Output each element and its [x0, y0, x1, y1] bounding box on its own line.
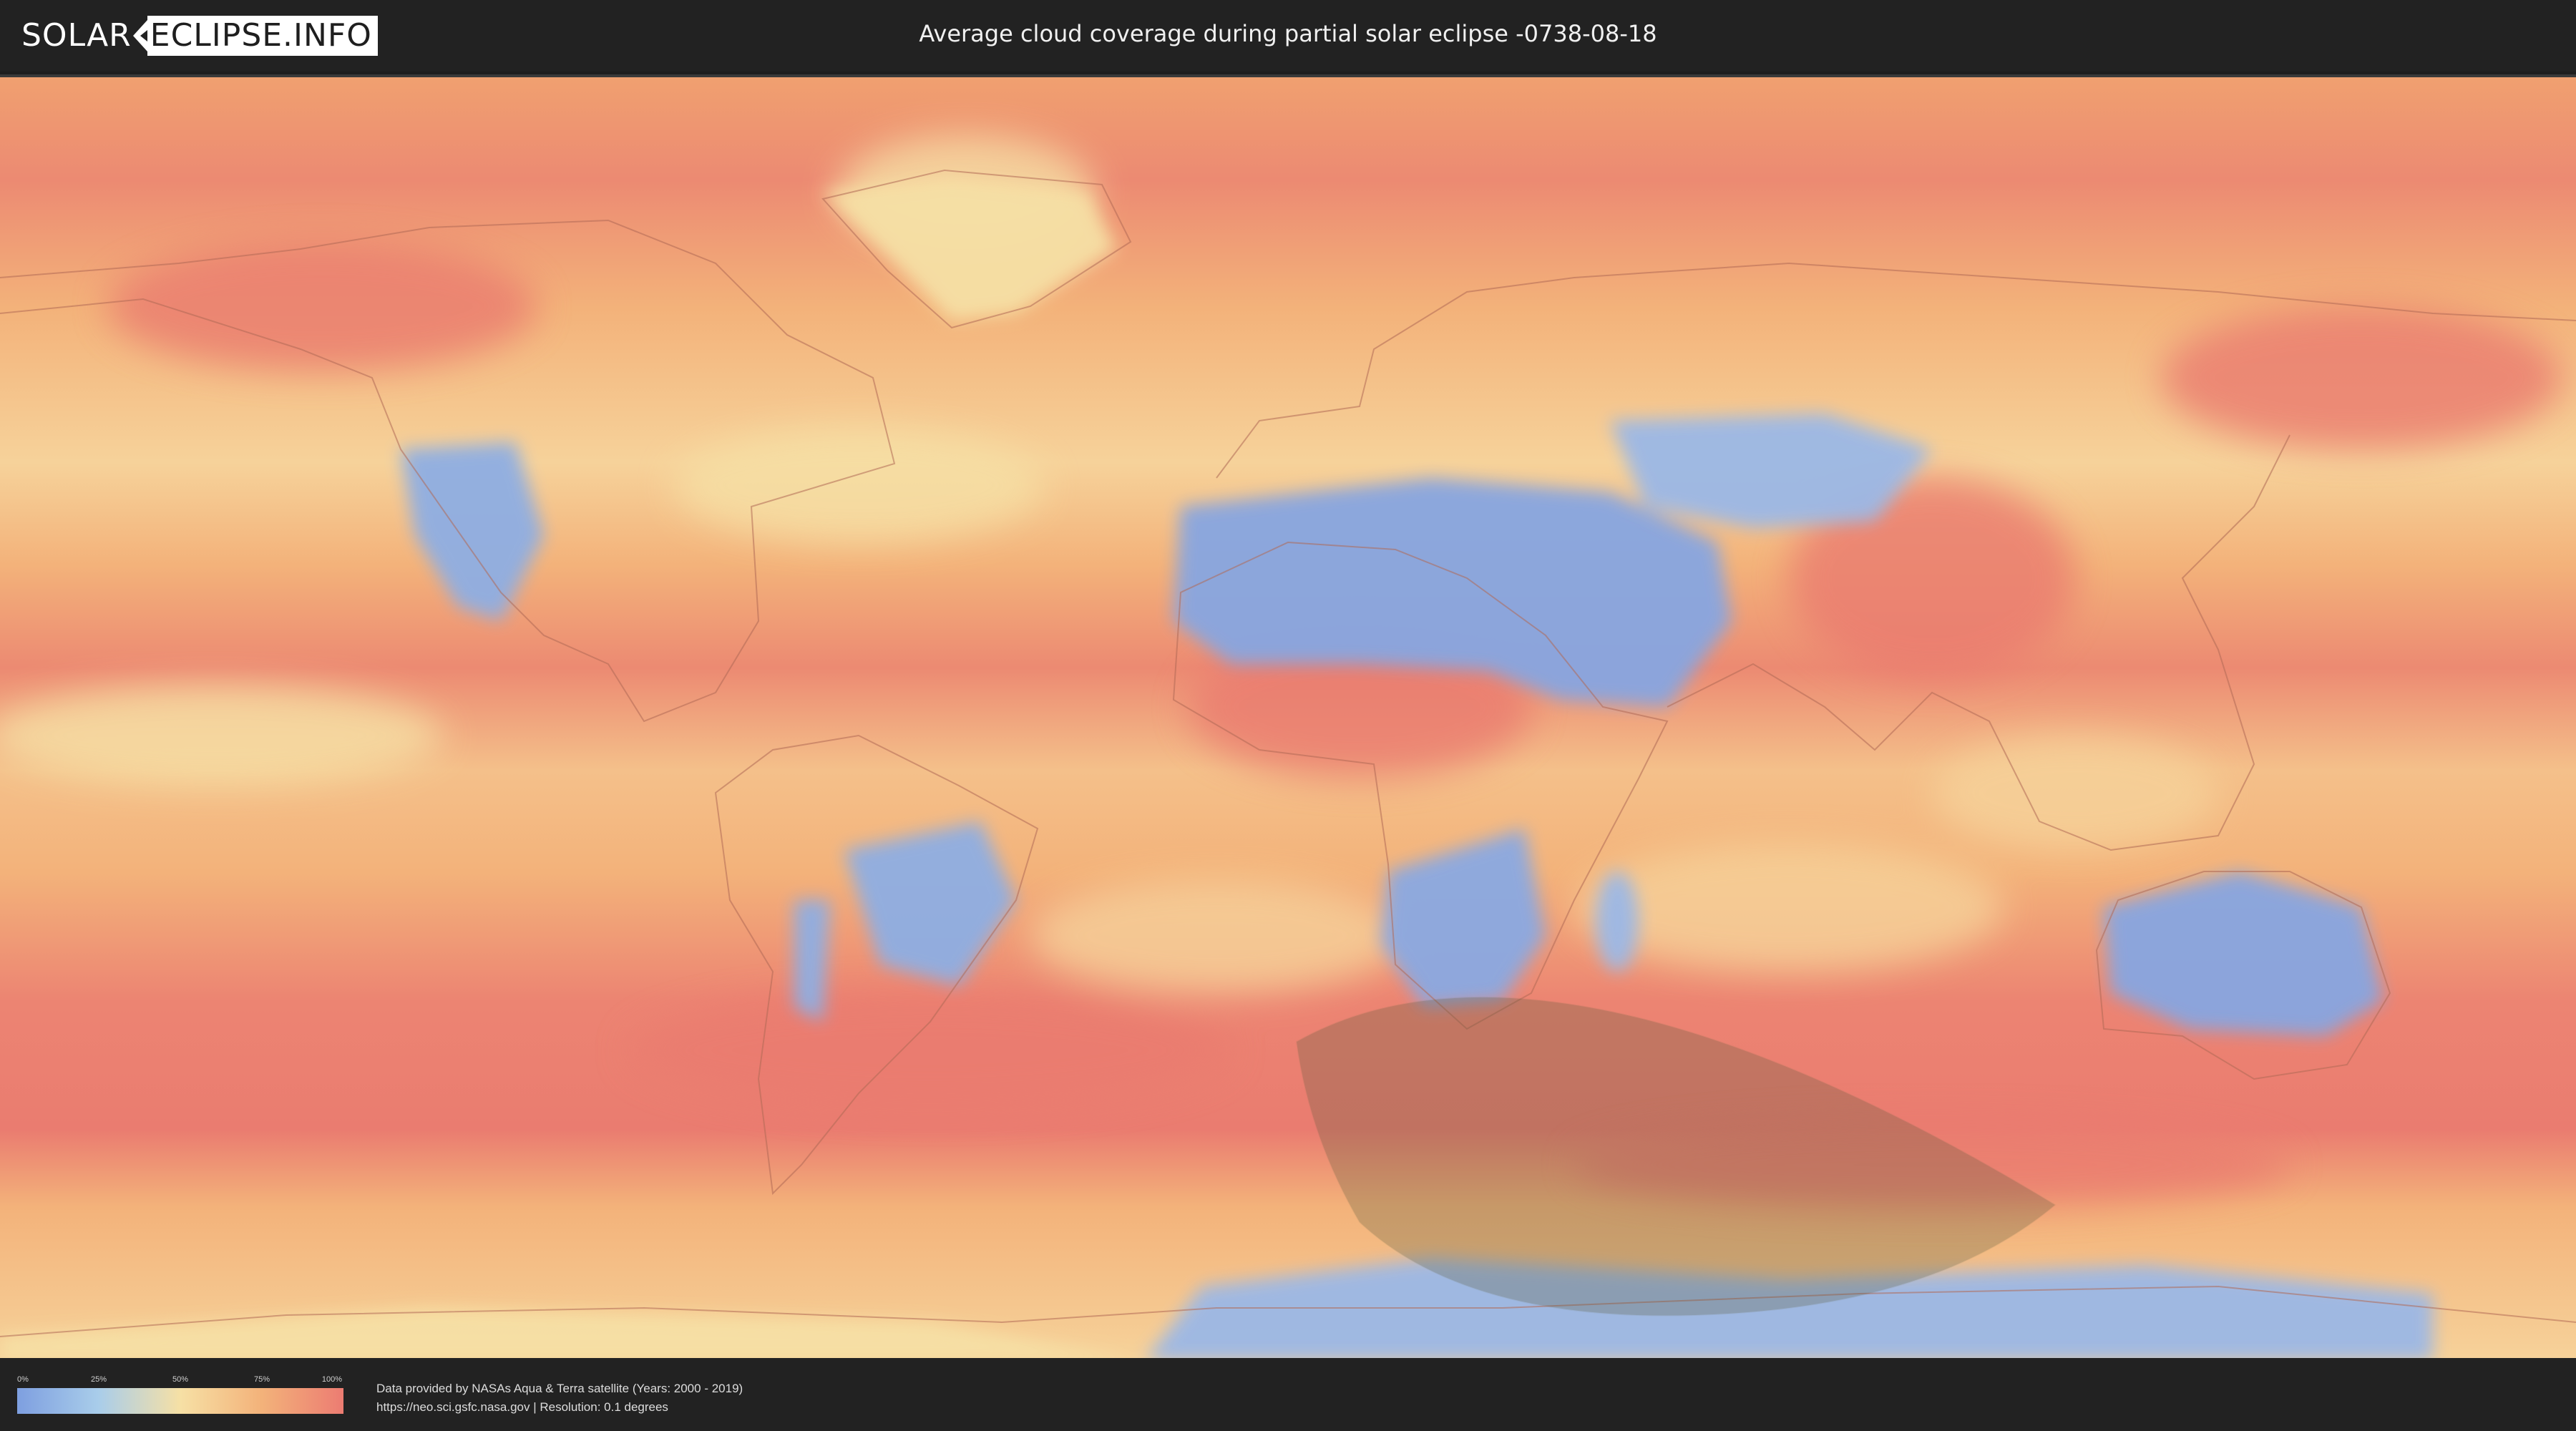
data-credits: Data provided by NASAs Aqua & Terra sate…: [376, 1379, 743, 1417]
legend-tick-100: 100%: [321, 1375, 343, 1384]
credits-line-url: https://neo.sci.gsfc.nasa.gov | Resoluti…: [376, 1400, 668, 1414]
footer-bar: 0% 25% 50% 75% 100% Data provided by NAS…: [0, 1358, 2576, 1431]
world-map: [0, 77, 2576, 1358]
credits-line-source: Data provided by NASAs Aqua & Terra sate…: [376, 1382, 743, 1395]
legend-tick-25: 25%: [90, 1375, 107, 1384]
legend-tick-75: 75%: [253, 1375, 270, 1384]
legend-tick-0: 0%: [17, 1375, 29, 1384]
legend-color-bar: [17, 1388, 343, 1414]
cloud-coverage-map[interactable]: [0, 74, 2576, 1358]
cloud-coverage-legend: 0% 25% 50% 75% 100%: [17, 1375, 343, 1414]
header-bar: SOLAR ECLIPSE.INFO Average cloud coverag…: [0, 0, 2576, 72]
page-title: Average cloud coverage during partial so…: [919, 20, 1657, 47]
legend-ticks: 0% 25% 50% 75% 100%: [17, 1375, 343, 1387]
legend-tick-50: 50%: [172, 1375, 189, 1384]
